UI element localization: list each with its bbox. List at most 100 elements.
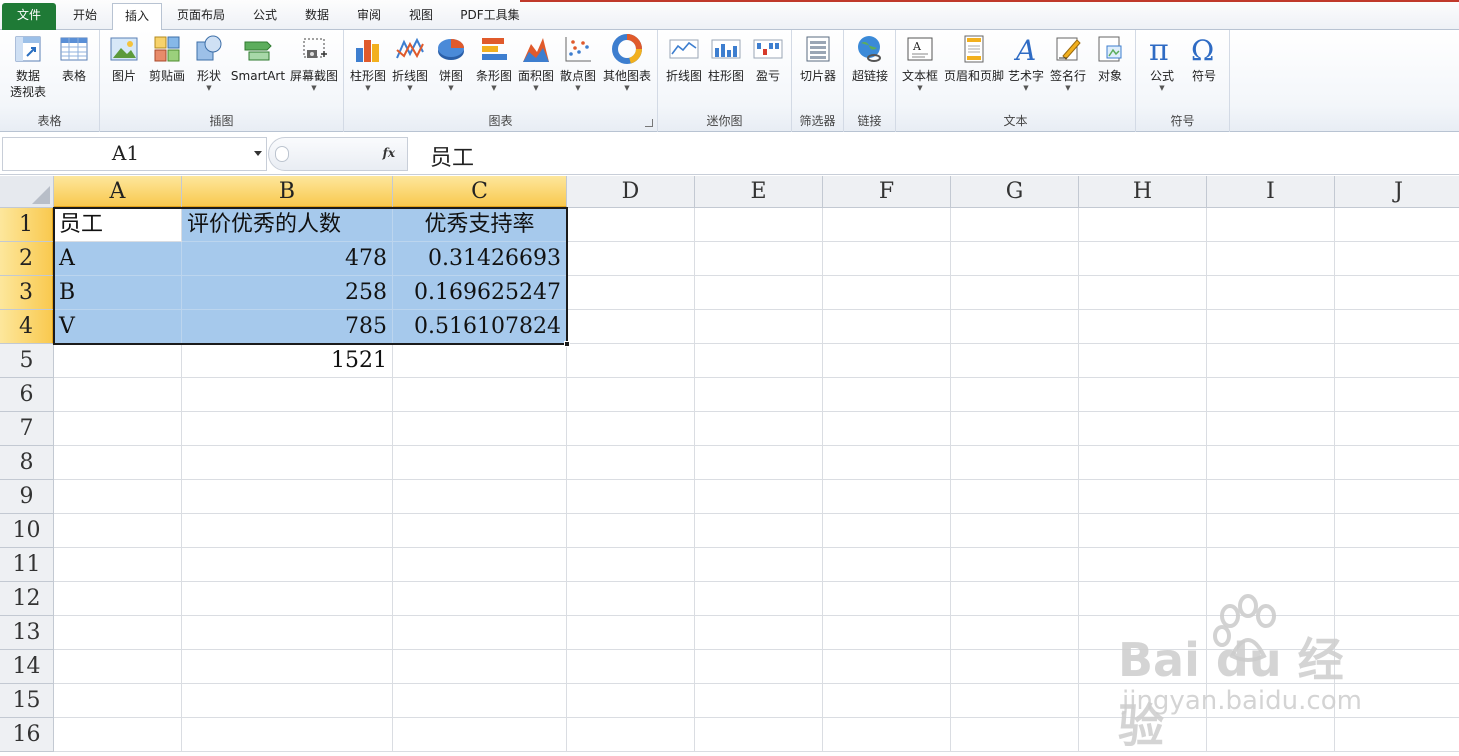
cell-d8[interactable] <box>567 446 695 480</box>
column-header-a[interactable]: A <box>54 176 182 208</box>
cell-f14[interactable] <box>823 650 951 684</box>
header-footer-button[interactable]: 页眉和页脚 <box>942 34 1006 84</box>
cell-h2[interactable] <box>1079 242 1207 276</box>
cell-i8[interactable] <box>1207 446 1335 480</box>
cell-e6[interactable] <box>695 378 823 412</box>
cell-d1[interactable] <box>567 208 695 242</box>
line-chart-button[interactable]: 折线图 ▼ <box>390 34 430 92</box>
cell-b12[interactable] <box>182 582 393 616</box>
cell-h9[interactable] <box>1079 480 1207 514</box>
tab-formulas[interactable]: 公式 <box>242 3 288 30</box>
cell-c5[interactable] <box>393 344 567 378</box>
cell-d11[interactable] <box>567 548 695 582</box>
smartart-button[interactable]: SmartArt <box>230 34 286 84</box>
row-header-6[interactable]: 6 <box>0 378 54 412</box>
cell-c14[interactable] <box>393 650 567 684</box>
row-header-5[interactable]: 5 <box>0 344 54 378</box>
cell-j9[interactable] <box>1335 480 1459 514</box>
cell-a12[interactable] <box>54 582 182 616</box>
cell-c15[interactable] <box>393 684 567 718</box>
row-header-15[interactable]: 15 <box>0 684 54 718</box>
cell-d2[interactable] <box>567 242 695 276</box>
row-header-7[interactable]: 7 <box>0 412 54 446</box>
cell-h4[interactable] <box>1079 310 1207 344</box>
equation-button[interactable]: π 公式 ▼ <box>1142 34 1182 92</box>
cell-a6[interactable] <box>54 378 182 412</box>
cell-e7[interactable] <box>695 412 823 446</box>
cell-b6[interactable] <box>182 378 393 412</box>
row-header-9[interactable]: 9 <box>0 480 54 514</box>
cell-h3[interactable] <box>1079 276 1207 310</box>
cell-i10[interactable] <box>1207 514 1335 548</box>
cell-j4[interactable] <box>1335 310 1459 344</box>
cell-c10[interactable] <box>393 514 567 548</box>
cell-a13[interactable] <box>54 616 182 650</box>
cell-d9[interactable] <box>567 480 695 514</box>
cell-e15[interactable] <box>695 684 823 718</box>
cell-e1[interactable] <box>695 208 823 242</box>
cell-c12[interactable] <box>393 582 567 616</box>
cell-c13[interactable] <box>393 616 567 650</box>
row-header-16[interactable]: 16 <box>0 718 54 752</box>
textbox-button[interactable]: A 文本框 ▼ <box>900 34 940 92</box>
cell-d16[interactable] <box>567 718 695 752</box>
cell-e5[interactable] <box>695 344 823 378</box>
object-button[interactable]: 对象 <box>1092 34 1128 84</box>
cell-f2[interactable] <box>823 242 951 276</box>
pie-chart-button[interactable]: 饼图 ▼ <box>434 34 468 92</box>
cell-i11[interactable] <box>1207 548 1335 582</box>
column-header-c[interactable]: C <box>393 176 567 208</box>
cell-d12[interactable] <box>567 582 695 616</box>
sparkline-column-button[interactable]: 柱形图 <box>706 34 746 84</box>
cell-d7[interactable] <box>567 412 695 446</box>
cell-g12[interactable] <box>951 582 1079 616</box>
clipart-button[interactable]: 剪贴画 <box>146 34 188 84</box>
cell-i1[interactable] <box>1207 208 1335 242</box>
cell-f4[interactable] <box>823 310 951 344</box>
scatter-chart-button[interactable]: 散点图 ▼ <box>558 34 598 92</box>
column-header-g[interactable]: G <box>951 176 1079 208</box>
cell-j6[interactable] <box>1335 378 1459 412</box>
cell-c9[interactable] <box>393 480 567 514</box>
charts-dialog-launcher-icon[interactable] <box>645 119 653 127</box>
cell-a15[interactable] <box>54 684 182 718</box>
cell-g5[interactable] <box>951 344 1079 378</box>
cell-g11[interactable] <box>951 548 1079 582</box>
cell-j10[interactable] <box>1335 514 1459 548</box>
cell-f16[interactable] <box>823 718 951 752</box>
cell-d10[interactable] <box>567 514 695 548</box>
cell-e4[interactable] <box>695 310 823 344</box>
cell-a1[interactable]: 员工 <box>54 208 182 242</box>
tab-insert[interactable]: 插入 <box>112 3 162 31</box>
cell-b2[interactable]: 478 <box>182 242 393 276</box>
area-chart-button[interactable]: 面积图 ▼ <box>516 34 556 92</box>
cell-a2[interactable]: A <box>54 242 182 276</box>
row-header-4[interactable]: 4 <box>0 310 54 344</box>
row-header-3[interactable]: 3 <box>0 276 54 310</box>
row-header-11[interactable]: 11 <box>0 548 54 582</box>
cell-a11[interactable] <box>54 548 182 582</box>
cell-d3[interactable] <box>567 276 695 310</box>
cell-b13[interactable] <box>182 616 393 650</box>
cell-d14[interactable] <box>567 650 695 684</box>
cell-f15[interactable] <box>823 684 951 718</box>
cell-e11[interactable] <box>695 548 823 582</box>
cell-b1[interactable]: 评价优秀的人数 <box>182 208 393 242</box>
cell-g7[interactable] <box>951 412 1079 446</box>
cell-g14[interactable] <box>951 650 1079 684</box>
cell-c16[interactable] <box>393 718 567 752</box>
cell-b14[interactable] <box>182 650 393 684</box>
tab-data[interactable]: 数据 <box>294 3 340 30</box>
cell-h1[interactable] <box>1079 208 1207 242</box>
cell-a7[interactable] <box>54 412 182 446</box>
pivot-table-button[interactable]: 数据 透视表 <box>4 34 52 100</box>
tab-view[interactable]: 视图 <box>398 3 444 30</box>
cell-i4[interactable] <box>1207 310 1335 344</box>
cell-j8[interactable] <box>1335 446 1459 480</box>
cell-f6[interactable] <box>823 378 951 412</box>
signature-line-button[interactable]: 签名行 ▼ <box>1048 34 1088 92</box>
column-header-d[interactable]: D <box>567 176 695 208</box>
tab-review[interactable]: 审阅 <box>346 3 392 30</box>
cell-d6[interactable] <box>567 378 695 412</box>
cell-e14[interactable] <box>695 650 823 684</box>
